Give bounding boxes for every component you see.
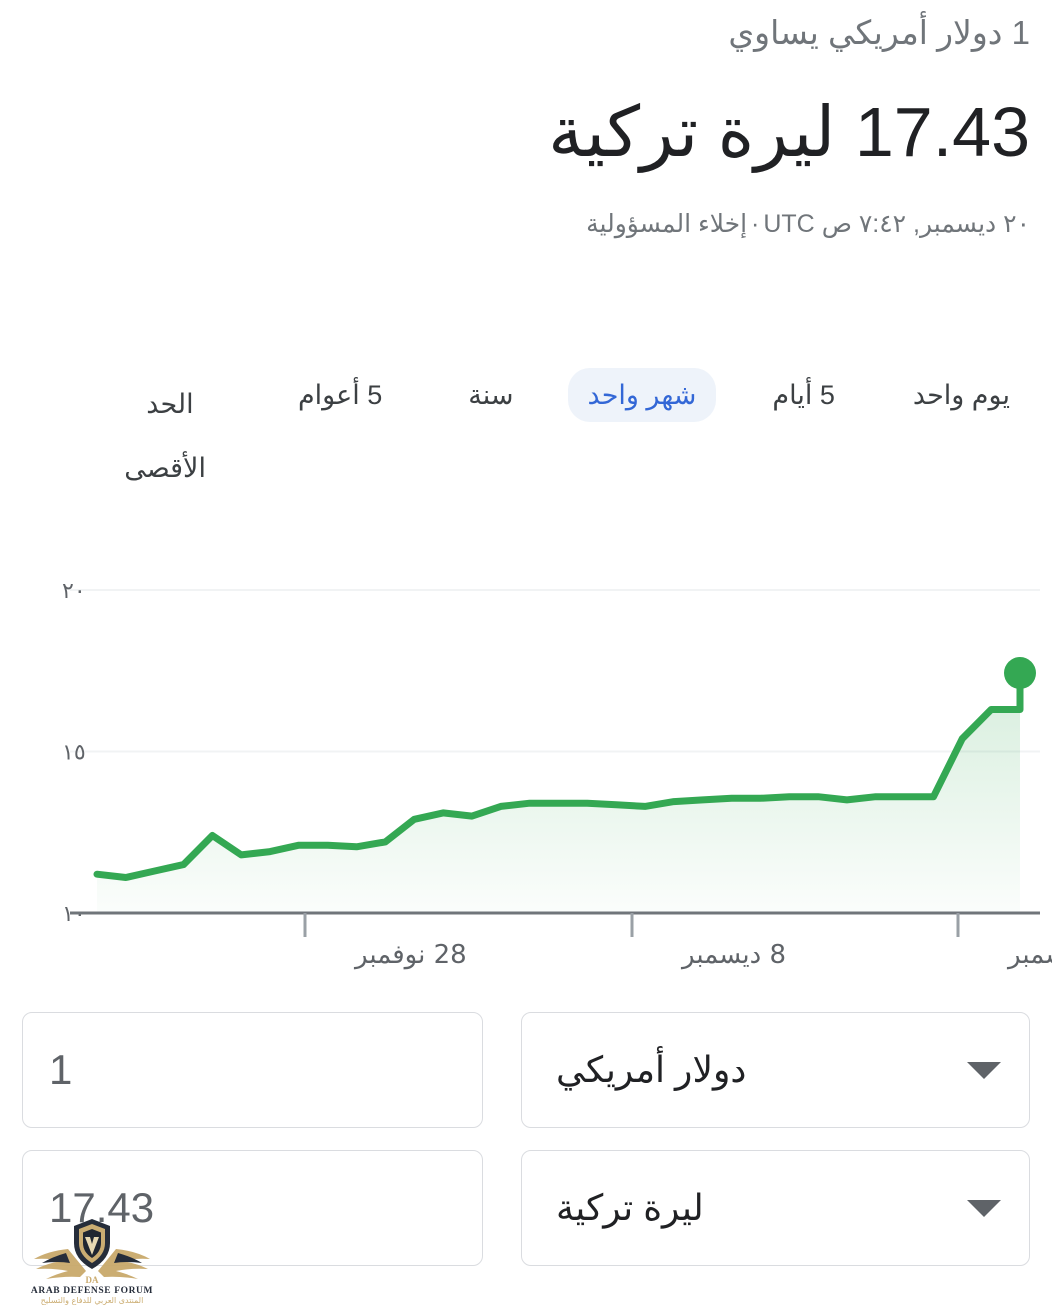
- range-tab-5d[interactable]: 5 أيام: [752, 368, 855, 422]
- to-currency-select[interactable]: ليرة تركية: [521, 1150, 1030, 1266]
- from-amount-value: 1: [49, 1046, 73, 1093]
- from-currency-select[interactable]: دولار أمريكي: [521, 1012, 1030, 1128]
- x-axis-tick-label: 18 ديسمبر: [1006, 940, 1052, 970]
- currency-converter: دولار أمريكي 1 ليرة تركية 17.43: [22, 1012, 1030, 1288]
- y-axis-tick-label: ١٥: [62, 741, 86, 766]
- meta-line: ٢٠ ديسمبر, ٧:٤٢ ص UTC·إخلاء المسؤولية: [22, 206, 1030, 242]
- disclaimer-link[interactable]: إخلاء المسؤولية: [586, 210, 747, 238]
- chevron-down-icon: [967, 1061, 1001, 1079]
- chart-canvas[interactable]: ٢٠١٥١٠ 28 نوفمبر8 ديسمبر18 ديسمبر: [0, 540, 1052, 990]
- chart-x-axis-labels: 28 نوفمبر 8 ديسمبر 18 ديسمبر: [353, 940, 1052, 970]
- y-axis-tick-label: ٢٠: [62, 579, 86, 604]
- range-tab-max[interactable]: الحد الأقصى: [114, 368, 226, 507]
- chart-endpoint-dot: [1004, 657, 1036, 690]
- range-tab-5y[interactable]: 5 أعوام: [278, 368, 402, 422]
- timestamp: ٢٠ ديسمبر, ٧:٤٢ ص UTC: [763, 210, 1030, 238]
- chart-x-axis-ticks: [303, 913, 960, 937]
- chart-area-fill: [97, 673, 1020, 913]
- meta-separator: ·: [751, 210, 760, 238]
- currency-converter-page: 1 دولار أمريكي يساوي 17.43 ليرة تركية ٢٠…: [0, 0, 1052, 1307]
- time-range-tabs: يوم واحد 5 أيام شهر واحد سنة 5 أعوام الح…: [22, 368, 1030, 507]
- conversion-headline: 17.43 ليرة تركية: [548, 93, 1030, 171]
- from-amount-field[interactable]: 1: [22, 1012, 483, 1128]
- range-tab-1d[interactable]: يوم واحد: [893, 368, 1030, 422]
- range-tab-1y[interactable]: سنة: [448, 368, 533, 422]
- chevron-down-icon: [967, 1199, 1001, 1217]
- x-axis-tick-label: 28 نوفمبر: [353, 940, 467, 970]
- exchange-rate-chart[interactable]: ٢٠١٥١٠ 28 نوفمبر8 ديسمبر18 ديسمبر: [0, 540, 1052, 990]
- to-currency-label: ليرة تركية: [556, 1187, 704, 1228]
- to-amount-value: 17.43: [49, 1184, 155, 1231]
- from-currency-label: دولار أمريكي: [556, 1049, 747, 1090]
- to-amount-field[interactable]: 17.43: [22, 1150, 483, 1266]
- range-tab-1m[interactable]: شهر واحد: [567, 368, 717, 422]
- header: 1 دولار أمريكي يساوي 17.43 ليرة تركية ٢٠…: [0, 0, 1052, 242]
- conversion-subtitle: 1 دولار أمريكي يساوي: [728, 14, 1030, 51]
- converter-row-from: دولار أمريكي 1: [22, 1012, 1030, 1128]
- converter-row-to: ليرة تركية 17.43: [22, 1150, 1030, 1266]
- x-axis-tick-label: 8 ديسمبر: [680, 940, 786, 970]
- watermark-arabic: المنتدى العربي للدفاع والتسليح: [41, 1296, 144, 1305]
- chart-y-axis-labels: ٢٠١٥١٠: [62, 579, 86, 927]
